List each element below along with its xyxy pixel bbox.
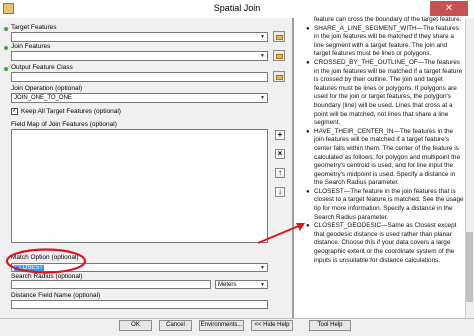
target-features-label: Target Features bbox=[11, 24, 57, 31]
annotation-arrow-line bbox=[257, 224, 302, 244]
output-feature-class-input[interactable] bbox=[11, 72, 268, 82]
distance-field-label: Distance Field Name (optional) bbox=[11, 292, 101, 299]
folder-icon bbox=[276, 75, 283, 80]
join-features-input[interactable]: ▼ bbox=[11, 51, 268, 61]
search-radius-unit-select[interactable]: Meters ▼ bbox=[215, 280, 268, 289]
folder-icon bbox=[276, 35, 283, 40]
folder-icon bbox=[276, 54, 283, 59]
target-features-browse-button[interactable] bbox=[273, 31, 285, 42]
window-title: Spatial Join bbox=[213, 3, 261, 13]
hide-help-button[interactable]: << Hide Help bbox=[251, 320, 293, 331]
chevron-down-icon: ▼ bbox=[260, 34, 265, 40]
help-item-closest-geodesic: CLOSEST_GEODESIC—Same as Closest except … bbox=[314, 222, 457, 264]
join-operation-select[interactable]: JOIN_ONE_TO_ONE ▼ bbox=[11, 93, 268, 103]
join-operation-value: JOIN_ONE_TO_ONE bbox=[14, 95, 72, 101]
output-feature-class-label: Output Feature Class bbox=[11, 64, 73, 71]
ok-button[interactable]: OK bbox=[119, 320, 152, 331]
help-item-crossed-by: CROSSED_BY_THE_OUTLINE_OF—The features i… bbox=[314, 58, 463, 127]
join-features-label: Join Features bbox=[11, 43, 51, 50]
chevron-down-icon: ▼ bbox=[260, 282, 265, 288]
required-dot-icon bbox=[4, 46, 8, 50]
help-fragment: feature can cross the boundary of the ta… bbox=[314, 16, 462, 23]
required-dot-icon bbox=[4, 27, 8, 31]
move-down-button[interactable]: ↓ bbox=[275, 187, 285, 197]
field-map-list[interactable] bbox=[11, 129, 268, 243]
annotation-ellipse bbox=[5, 248, 87, 274]
target-features-input[interactable]: ▼ bbox=[11, 32, 268, 42]
help-item-closest: CLOSEST—The feature in the join features… bbox=[314, 187, 464, 221]
field-map-label: Field Map of Join Features (optional) bbox=[11, 121, 117, 128]
help-item-center-in: HAVE_THEIR_CENTER_IN—The features in the… bbox=[314, 127, 461, 187]
add-field-button[interactable]: + bbox=[275, 130, 285, 140]
move-up-button[interactable]: ↑ bbox=[275, 168, 285, 178]
chevron-down-icon: ▼ bbox=[260, 95, 265, 101]
distance-field-input[interactable] bbox=[11, 300, 268, 309]
bullet-icon: ● bbox=[306, 59, 310, 66]
arrow-down-icon: ↓ bbox=[278, 187, 282, 196]
annotation-ellipse-shape bbox=[5, 248, 87, 274]
close-button[interactable]: ✕ bbox=[430, 1, 468, 16]
chevron-down-icon: ▼ bbox=[260, 53, 265, 59]
annotation-arrow bbox=[257, 223, 305, 244]
environments-button[interactable]: Environments... bbox=[199, 320, 244, 331]
help-item-share-line: SHARE_A_LINE_SEGMENT_WITH—The features i… bbox=[314, 24, 459, 58]
remove-field-button[interactable]: × bbox=[275, 149, 285, 159]
bullet-icon: ● bbox=[306, 128, 310, 135]
bullet-icon: ● bbox=[306, 25, 310, 32]
keep-all-checkbox[interactable]: ✓ bbox=[11, 108, 18, 115]
help-text: feature can cross the boundary of the ta… bbox=[304, 16, 464, 265]
arrow-up-icon: ↑ bbox=[278, 168, 282, 177]
cancel-button[interactable]: Cancel bbox=[159, 320, 192, 331]
plus-icon: + bbox=[277, 130, 283, 139]
search-radius-input[interactable] bbox=[11, 280, 211, 289]
output-feature-class-browse-button[interactable] bbox=[273, 71, 285, 82]
scrollbar-thumb[interactable] bbox=[466, 232, 473, 302]
join-features-browse-button[interactable] bbox=[273, 50, 285, 61]
join-operation-label: Join Operation (optional) bbox=[11, 85, 83, 92]
close-icon: × bbox=[277, 149, 283, 158]
bullet-icon: ● bbox=[306, 188, 310, 195]
keep-all-label: Keep All Target Features (optional) bbox=[21, 108, 121, 115]
search-radius-unit-value: Meters bbox=[218, 282, 237, 288]
chevron-down-icon: ▼ bbox=[260, 265, 265, 271]
required-dot-icon bbox=[4, 67, 8, 71]
tool-help-button[interactable]: Tool Help bbox=[309, 320, 351, 331]
